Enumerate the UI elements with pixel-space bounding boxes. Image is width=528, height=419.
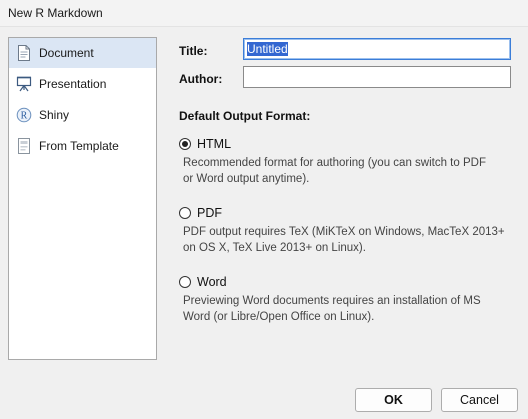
document-icon xyxy=(16,45,32,61)
pdf-description: PDF output requires TeX (MiKTeX on Windo… xyxy=(183,226,505,254)
window-title: New R Markdown xyxy=(8,6,103,20)
author-input[interactable] xyxy=(243,66,511,88)
template-icon xyxy=(16,138,32,154)
sidebar-item-presentation[interactable]: Presentation xyxy=(9,69,156,99)
sidebar-item-label: From Template xyxy=(39,139,119,153)
radio-pdf[interactable]: PDF xyxy=(179,205,222,221)
dialog-body: Document Presentation R Shiny From Templ… xyxy=(0,27,528,419)
svg-text:R: R xyxy=(21,111,28,122)
radio-word[interactable]: Word xyxy=(179,274,227,290)
sidebar-item-document[interactable]: Document xyxy=(9,38,156,68)
author-label: Author: xyxy=(179,72,223,86)
html-description: Recommended format for authoring (you ca… xyxy=(183,157,486,185)
sidebar-item-from-template[interactable]: From Template xyxy=(9,131,156,161)
cancel-button[interactable]: Cancel xyxy=(441,388,518,412)
ok-button[interactable]: OK xyxy=(355,388,432,412)
radio-button-html[interactable] xyxy=(179,138,191,150)
radio-html[interactable]: HTML xyxy=(179,136,231,152)
radio-label-html: HTML xyxy=(197,137,232,151)
title-input[interactable] xyxy=(243,38,511,60)
sidebar-item-shiny[interactable]: R Shiny xyxy=(9,100,156,130)
title-label: Title: xyxy=(179,44,208,58)
radio-button-word[interactable] xyxy=(179,276,191,288)
sidebar-item-label: Document xyxy=(39,46,94,60)
presentation-icon xyxy=(16,76,32,92)
radio-label-word: Word xyxy=(197,275,227,289)
shiny-r-icon: R xyxy=(16,107,32,123)
radio-button-pdf[interactable] xyxy=(179,207,191,219)
default-output-format-heading: Default Output Format: xyxy=(179,109,311,123)
sidebar-item-label: Presentation xyxy=(39,77,107,91)
radio-label-pdf: PDF xyxy=(197,206,222,220)
word-description: Previewing Word documents requires an in… xyxy=(183,295,481,323)
format-type-list: Document Presentation R Shiny From Templ… xyxy=(8,37,157,360)
title-bar: New R Markdown xyxy=(0,0,528,27)
sidebar-item-label: Shiny xyxy=(39,108,70,122)
